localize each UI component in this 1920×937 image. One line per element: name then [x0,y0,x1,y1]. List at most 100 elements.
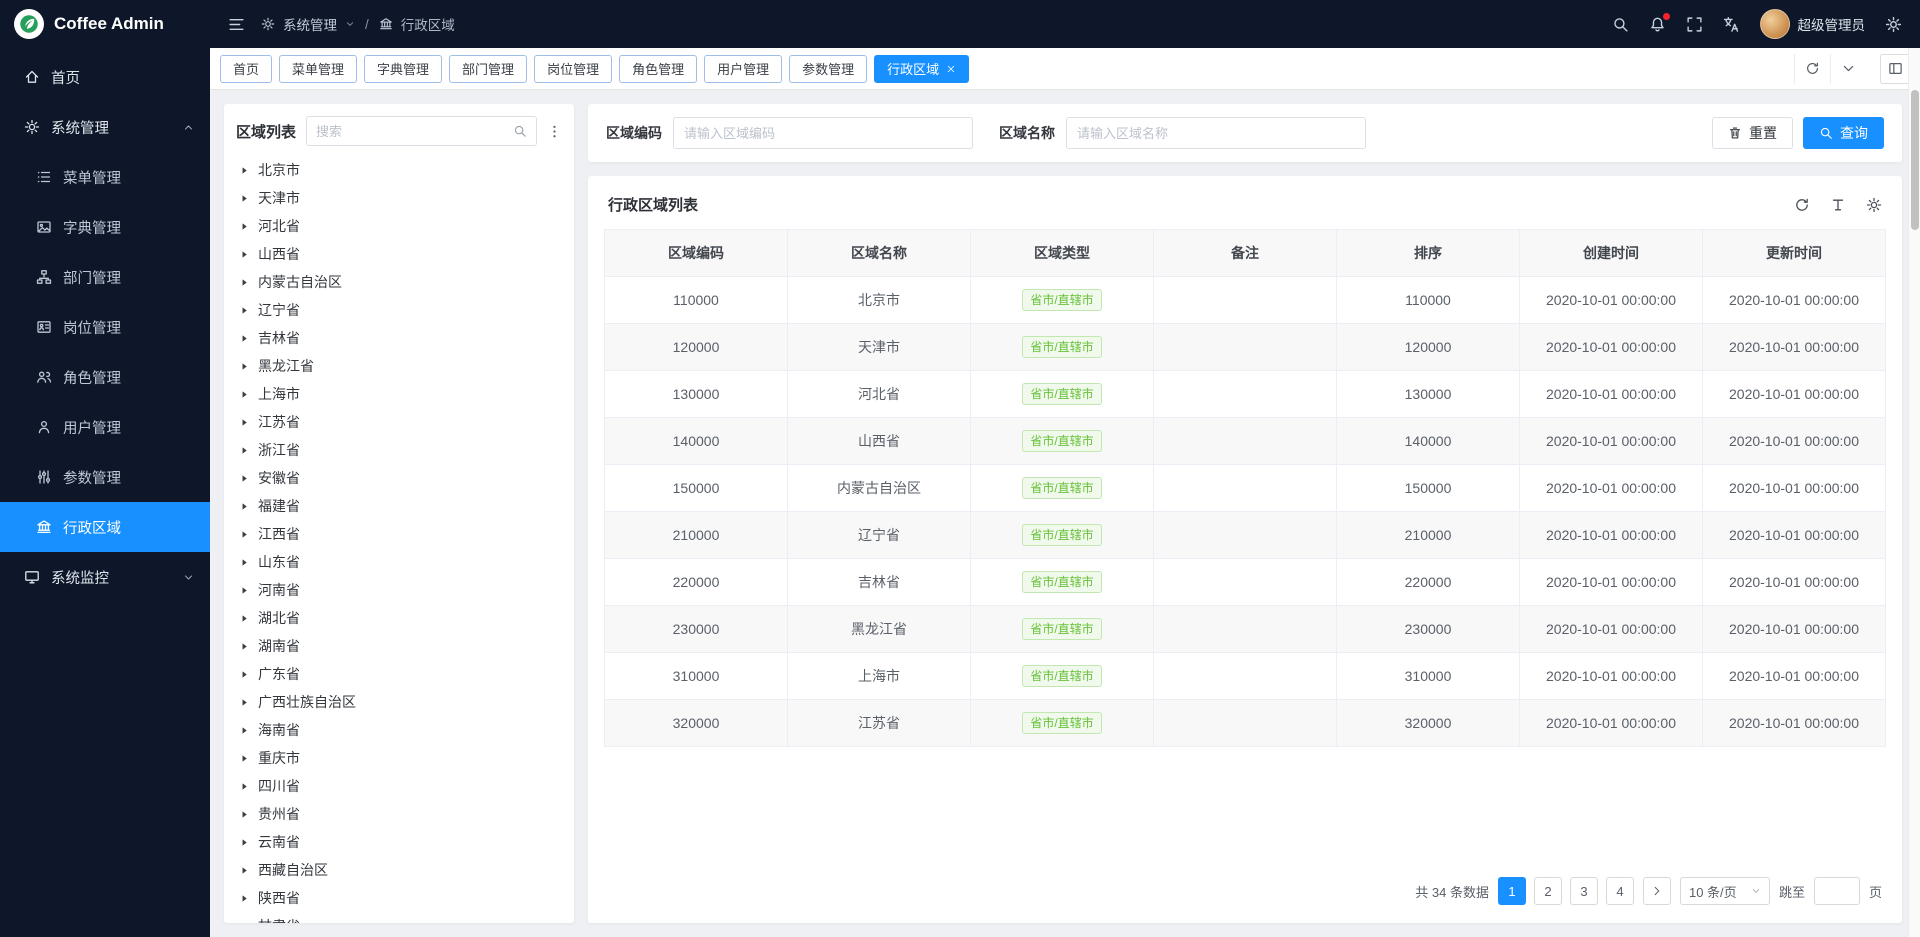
sidebar-item-dict-mgmt[interactable]: 字典管理 [0,202,210,252]
table-row[interactable]: 220000吉林省省市/直辖市2200002020-10-01 00:00:00… [605,559,1886,606]
caret-right-icon[interactable] [240,921,249,924]
table-row[interactable]: 210000辽宁省省市/直辖市2100002020-10-01 00:00:00… [605,512,1886,559]
tree-node[interactable]: 辽宁省 [236,296,562,324]
tree-node[interactable]: 山西省 [236,240,562,268]
region-name-input[interactable] [1066,117,1366,149]
caret-right-icon[interactable] [240,277,249,288]
table-row[interactable]: 230000黑龙江省省市/直辖市2300002020-10-01 00:00:0… [605,606,1886,653]
tab-role-mgmt[interactable]: 角色管理 [619,55,697,83]
tree-node[interactable]: 湖北省 [236,604,562,632]
page-scrollbar[interactable] [1908,48,1920,937]
sidebar-item-system[interactable]: 系统管理 [0,102,210,152]
app-logo[interactable]: Coffee Admin [0,0,210,48]
tab-dict-mgmt[interactable]: 字典管理 [364,55,442,83]
tree-node[interactable]: 江苏省 [236,408,562,436]
user-menu[interactable]: 超级管理员 [1760,9,1866,39]
caret-right-icon[interactable] [240,557,249,568]
caret-right-icon[interactable] [240,865,249,876]
sidebar-item-role-mgmt[interactable]: 角色管理 [0,352,210,402]
caret-right-icon[interactable] [240,305,249,316]
breadcrumb-section[interactable]: 系统管理 [283,14,337,34]
caret-right-icon[interactable] [240,697,249,708]
layout-toggle-icon[interactable] [1880,54,1910,84]
caret-right-icon[interactable] [240,333,249,344]
more-options-icon[interactable] [547,124,562,139]
page-button-4[interactable]: 4 [1606,877,1634,905]
tree-node[interactable]: 内蒙古自治区 [236,268,562,296]
table-row[interactable]: 120000天津市省市/直辖市1200002020-10-01 00:00:00… [605,324,1886,371]
search-icon[interactable] [1612,16,1629,33]
caret-right-icon[interactable] [240,893,249,904]
caret-right-icon[interactable] [240,193,249,204]
tree-search-input[interactable] [316,124,507,139]
next-page-button[interactable] [1643,877,1671,905]
reset-button[interactable]: 重置 [1712,117,1793,149]
sidebar-item-home[interactable]: 首页 [0,52,210,102]
tree-node[interactable]: 河北省 [236,212,562,240]
refresh-table-icon[interactable] [1794,197,1810,213]
page-button-3[interactable]: 3 [1570,877,1598,905]
table-row[interactable]: 150000内蒙古自治区省市/直辖市1500002020-10-01 00:00… [605,465,1886,512]
tree-node[interactable]: 河南省 [236,576,562,604]
caret-right-icon[interactable] [240,389,249,400]
tree-node[interactable]: 北京市 [236,156,562,184]
tab-user-mgmt[interactable]: 用户管理 [704,55,782,83]
tree-node[interactable]: 四川省 [236,772,562,800]
tree-node[interactable]: 天津市 [236,184,562,212]
table-row[interactable]: 110000北京市省市/直辖市1100002020-10-01 00:00:00… [605,277,1886,324]
tree-node[interactable]: 江西省 [236,520,562,548]
notification-bell-icon[interactable] [1649,16,1666,33]
tree-node[interactable]: 云南省 [236,828,562,856]
table-row[interactable]: 320000江苏省省市/直辖市3200002020-10-01 00:00:00… [605,700,1886,747]
sidebar-item-monitor[interactable]: 系统监控 [0,552,210,602]
tree-node[interactable]: 陕西省 [236,884,562,912]
tree-node[interactable]: 浙江省 [236,436,562,464]
fullscreen-icon[interactable] [1686,16,1703,33]
tree-node[interactable]: 上海市 [236,380,562,408]
column-settings-icon[interactable] [1866,197,1882,213]
region-code-input[interactable] [673,117,973,149]
translate-icon[interactable] [1723,16,1740,33]
caret-right-icon[interactable] [240,753,249,764]
caret-right-icon[interactable] [240,445,249,456]
tree-node[interactable]: 福建省 [236,492,562,520]
table-row[interactable]: 310000上海市省市/直辖市3100002020-10-01 00:00:00… [605,653,1886,700]
tree-node[interactable]: 重庆市 [236,744,562,772]
page-button-2[interactable]: 2 [1534,877,1562,905]
caret-right-icon[interactable] [240,529,249,540]
tree-node[interactable]: 广西壮族自治区 [236,688,562,716]
caret-right-icon[interactable] [240,725,249,736]
tab-region[interactable]: 行政区域 [874,55,969,83]
tab-param-mgmt[interactable]: 参数管理 [789,55,867,83]
tab-dept-mgmt[interactable]: 部门管理 [449,55,527,83]
caret-right-icon[interactable] [240,165,249,176]
caret-right-icon[interactable] [240,473,249,484]
sidebar-item-dept-mgmt[interactable]: 部门管理 [0,252,210,302]
search-icon[interactable] [513,124,527,138]
table-row[interactable]: 130000河北省省市/直辖市1300002020-10-01 00:00:00… [605,371,1886,418]
tree-node[interactable]: 西藏自治区 [236,856,562,884]
caret-right-icon[interactable] [240,361,249,372]
tab-options-chevron-icon[interactable] [1830,54,1866,84]
close-icon[interactable] [946,64,956,74]
tab-menu-mgmt[interactable]: 菜单管理 [279,55,357,83]
caret-right-icon[interactable] [240,669,249,680]
tab-home[interactable]: 首页 [220,55,272,83]
scrollbar-thumb[interactable] [1911,90,1919,230]
caret-right-icon[interactable] [240,613,249,624]
tree-node[interactable]: 广东省 [236,660,562,688]
caret-right-icon[interactable] [240,781,249,792]
tree-node[interactable]: 黑龙江省 [236,352,562,380]
tree-node[interactable]: 吉林省 [236,324,562,352]
caret-right-icon[interactable] [240,249,249,260]
page-size-select[interactable]: 10 条/页 [1680,877,1770,905]
refresh-tab-icon[interactable] [1794,54,1830,84]
caret-right-icon[interactable] [240,641,249,652]
sidebar-item-menu-mgmt[interactable]: 菜单管理 [0,152,210,202]
tree-node[interactable]: 海南省 [236,716,562,744]
table-row[interactable]: 140000山西省省市/直辖市1400002020-10-01 00:00:00… [605,418,1886,465]
tree-node[interactable]: 山东省 [236,548,562,576]
caret-right-icon[interactable] [240,501,249,512]
tree-node[interactable]: 甘肃省 [236,912,562,923]
caret-right-icon[interactable] [240,585,249,596]
